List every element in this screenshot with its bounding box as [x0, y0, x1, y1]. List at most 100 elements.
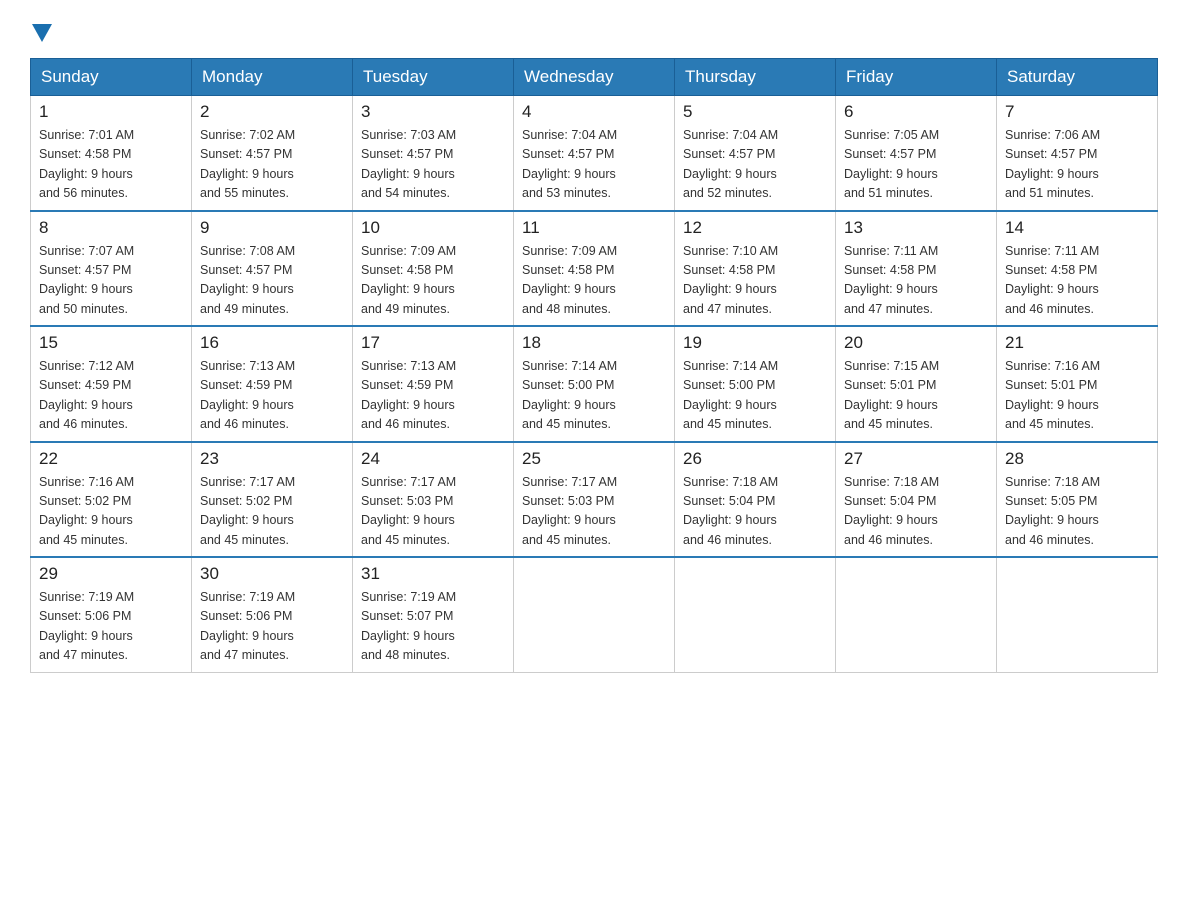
- day-number: 10: [361, 218, 505, 238]
- day-info: Sunrise: 7:19 AMSunset: 5:06 PMDaylight:…: [39, 588, 183, 666]
- calendar-cell: 8 Sunrise: 7:07 AMSunset: 4:57 PMDaylight…: [31, 211, 192, 327]
- calendar-cell: 21 Sunrise: 7:16 AMSunset: 5:01 PMDayligh…: [997, 326, 1158, 442]
- calendar-cell: 17 Sunrise: 7:13 AMSunset: 4:59 PMDayligh…: [353, 326, 514, 442]
- day-info: Sunrise: 7:17 AMSunset: 5:03 PMDaylight:…: [361, 473, 505, 551]
- calendar-cell: 3 Sunrise: 7:03 AMSunset: 4:57 PMDaylight…: [353, 96, 514, 211]
- header-monday: Monday: [192, 59, 353, 96]
- calendar-cell: 26 Sunrise: 7:18 AMSunset: 5:04 PMDayligh…: [675, 442, 836, 558]
- day-number: 16: [200, 333, 344, 353]
- day-number: 18: [522, 333, 666, 353]
- day-info: Sunrise: 7:02 AMSunset: 4:57 PMDaylight:…: [200, 126, 344, 204]
- day-number: 3: [361, 102, 505, 122]
- calendar-cell: 15 Sunrise: 7:12 AMSunset: 4:59 PMDayligh…: [31, 326, 192, 442]
- calendar-cell: 9 Sunrise: 7:08 AMSunset: 4:57 PMDaylight…: [192, 211, 353, 327]
- calendar-cell: [997, 557, 1158, 672]
- day-number: 30: [200, 564, 344, 584]
- header-sunday: Sunday: [31, 59, 192, 96]
- day-number: 2: [200, 102, 344, 122]
- calendar-cell: 30 Sunrise: 7:19 AMSunset: 5:06 PMDayligh…: [192, 557, 353, 672]
- day-info: Sunrise: 7:04 AMSunset: 4:57 PMDaylight:…: [683, 126, 827, 204]
- calendar-table: SundayMondayTuesdayWednesdayThursdayFrid…: [30, 58, 1158, 673]
- day-number: 8: [39, 218, 183, 238]
- header-thursday: Thursday: [675, 59, 836, 96]
- calendar-cell: 2 Sunrise: 7:02 AMSunset: 4:57 PMDaylight…: [192, 96, 353, 211]
- calendar-cell: 4 Sunrise: 7:04 AMSunset: 4:57 PMDaylight…: [514, 96, 675, 211]
- day-info: Sunrise: 7:01 AMSunset: 4:58 PMDaylight:…: [39, 126, 183, 204]
- calendar-cell: 7 Sunrise: 7:06 AMSunset: 4:57 PMDaylight…: [997, 96, 1158, 211]
- day-info: Sunrise: 7:17 AMSunset: 5:03 PMDaylight:…: [522, 473, 666, 551]
- day-number: 7: [1005, 102, 1149, 122]
- day-number: 25: [522, 449, 666, 469]
- calendar-cell: 16 Sunrise: 7:13 AMSunset: 4:59 PMDayligh…: [192, 326, 353, 442]
- day-number: 1: [39, 102, 183, 122]
- calendar-cell: [675, 557, 836, 672]
- day-info: Sunrise: 7:06 AMSunset: 4:57 PMDaylight:…: [1005, 126, 1149, 204]
- day-number: 22: [39, 449, 183, 469]
- calendar-cell: 31 Sunrise: 7:19 AMSunset: 5:07 PMDayligh…: [353, 557, 514, 672]
- calendar-week-1: 1 Sunrise: 7:01 AMSunset: 4:58 PMDaylight…: [31, 96, 1158, 211]
- calendar-week-3: 15 Sunrise: 7:12 AMSunset: 4:59 PMDayligh…: [31, 326, 1158, 442]
- header-saturday: Saturday: [997, 59, 1158, 96]
- day-number: 13: [844, 218, 988, 238]
- day-info: Sunrise: 7:18 AMSunset: 5:04 PMDaylight:…: [683, 473, 827, 551]
- header-wednesday: Wednesday: [514, 59, 675, 96]
- calendar-cell: 12 Sunrise: 7:10 AMSunset: 4:58 PMDayligh…: [675, 211, 836, 327]
- day-number: 28: [1005, 449, 1149, 469]
- day-info: Sunrise: 7:17 AMSunset: 5:02 PMDaylight:…: [200, 473, 344, 551]
- day-number: 12: [683, 218, 827, 238]
- calendar-cell: 1 Sunrise: 7:01 AMSunset: 4:58 PMDaylight…: [31, 96, 192, 211]
- day-number: 6: [844, 102, 988, 122]
- calendar-cell: 29 Sunrise: 7:19 AMSunset: 5:06 PMDayligh…: [31, 557, 192, 672]
- day-number: 31: [361, 564, 505, 584]
- calendar-cell: [514, 557, 675, 672]
- calendar-cell: 13Sunrise: 7:11 AMSunset: 4:58 PMDayligh…: [836, 211, 997, 327]
- day-number: 26: [683, 449, 827, 469]
- day-info: Sunrise: 7:14 AMSunset: 5:00 PMDaylight:…: [683, 357, 827, 435]
- day-number: 5: [683, 102, 827, 122]
- day-info: Sunrise: 7:04 AMSunset: 4:57 PMDaylight:…: [522, 126, 666, 204]
- calendar-week-5: 29 Sunrise: 7:19 AMSunset: 5:06 PMDayligh…: [31, 557, 1158, 672]
- day-info: Sunrise: 7:13 AMSunset: 4:59 PMDaylight:…: [200, 357, 344, 435]
- calendar-cell: [836, 557, 997, 672]
- day-info: Sunrise: 7:03 AMSunset: 4:57 PMDaylight:…: [361, 126, 505, 204]
- calendar-cell: 23 Sunrise: 7:17 AMSunset: 5:02 PMDayligh…: [192, 442, 353, 558]
- day-info: Sunrise: 7:11 AMSunset: 4:58 PMDaylight:…: [1005, 242, 1149, 320]
- day-info: Sunrise: 7:12 AMSunset: 4:59 PMDaylight:…: [39, 357, 183, 435]
- logo-triangle-icon: [32, 24, 52, 42]
- day-info: Sunrise: 7:10 AMSunset: 4:58 PMDaylight:…: [683, 242, 827, 320]
- day-number: 20: [844, 333, 988, 353]
- calendar-cell: 27Sunrise: 7:18 AMSunset: 5:04 PMDayligh…: [836, 442, 997, 558]
- day-number: 27: [844, 449, 988, 469]
- day-number: 4: [522, 102, 666, 122]
- day-info: Sunrise: 7:19 AMSunset: 5:07 PMDaylight:…: [361, 588, 505, 666]
- page-header: [30, 20, 1158, 38]
- day-number: 23: [200, 449, 344, 469]
- day-info: Sunrise: 7:18 AMSunset: 5:05 PMDaylight:…: [1005, 473, 1149, 551]
- calendar-cell: 22Sunrise: 7:16 AMSunset: 5:02 PMDayligh…: [31, 442, 192, 558]
- day-number: 15: [39, 333, 183, 353]
- calendar-week-4: 22Sunrise: 7:16 AMSunset: 5:02 PMDayligh…: [31, 442, 1158, 558]
- day-number: 29: [39, 564, 183, 584]
- day-info: Sunrise: 7:16 AMSunset: 5:01 PMDaylight:…: [1005, 357, 1149, 435]
- calendar-cell: 25 Sunrise: 7:17 AMSunset: 5:03 PMDayligh…: [514, 442, 675, 558]
- day-info: Sunrise: 7:19 AMSunset: 5:06 PMDaylight:…: [200, 588, 344, 666]
- day-info: Sunrise: 7:13 AMSunset: 4:59 PMDaylight:…: [361, 357, 505, 435]
- day-info: Sunrise: 7:07 AMSunset: 4:57 PMDaylight:…: [39, 242, 183, 320]
- day-info: Sunrise: 7:14 AMSunset: 5:00 PMDaylight:…: [522, 357, 666, 435]
- calendar-cell: 20Sunrise: 7:15 AMSunset: 5:01 PMDayligh…: [836, 326, 997, 442]
- day-info: Sunrise: 7:08 AMSunset: 4:57 PMDaylight:…: [200, 242, 344, 320]
- day-number: 11: [522, 218, 666, 238]
- calendar-cell: 18 Sunrise: 7:14 AMSunset: 5:00 PMDayligh…: [514, 326, 675, 442]
- header-tuesday: Tuesday: [353, 59, 514, 96]
- calendar-cell: 5 Sunrise: 7:04 AMSunset: 4:57 PMDaylight…: [675, 96, 836, 211]
- calendar-cell: 10 Sunrise: 7:09 AMSunset: 4:58 PMDayligh…: [353, 211, 514, 327]
- calendar-cell: 14Sunrise: 7:11 AMSunset: 4:58 PMDayligh…: [997, 211, 1158, 327]
- day-info: Sunrise: 7:09 AMSunset: 4:58 PMDaylight:…: [522, 242, 666, 320]
- day-number: 17: [361, 333, 505, 353]
- day-number: 24: [361, 449, 505, 469]
- day-number: 9: [200, 218, 344, 238]
- calendar-week-2: 8 Sunrise: 7:07 AMSunset: 4:57 PMDaylight…: [31, 211, 1158, 327]
- logo: [30, 20, 54, 38]
- day-info: Sunrise: 7:09 AMSunset: 4:58 PMDaylight:…: [361, 242, 505, 320]
- day-number: 21: [1005, 333, 1149, 353]
